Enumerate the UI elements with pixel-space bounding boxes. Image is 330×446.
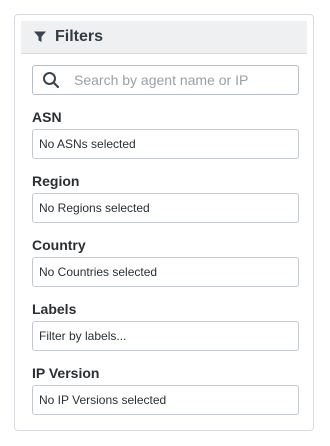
- labels-label: Labels: [32, 301, 77, 317]
- asn-select[interactable]: No ASNs selected: [32, 129, 299, 159]
- asn-select-value: No ASNs selected: [39, 137, 136, 151]
- ip-version-label: IP Version: [32, 365, 100, 381]
- ip-version-select[interactable]: No IP Versions selected: [32, 385, 299, 415]
- region-select[interactable]: No Regions selected: [32, 193, 299, 223]
- search-field[interactable]: [32, 65, 299, 95]
- country-label: Country: [32, 237, 86, 253]
- filters-panel: Filters ASN No ASNs selected Region No R…: [14, 14, 314, 431]
- labels-select[interactable]: Filter by labels...: [32, 321, 299, 351]
- funnel-icon: [33, 30, 47, 44]
- ip-version-select-value: No IP Versions selected: [39, 393, 167, 407]
- labels-select-value: Filter by labels...: [39, 329, 127, 343]
- search-icon: [42, 71, 60, 89]
- country-select[interactable]: No Countries selected: [32, 257, 299, 287]
- country-select-value: No Countries selected: [39, 265, 158, 279]
- filters-title: Filters: [55, 28, 104, 45]
- asn-label: ASN: [32, 109, 62, 125]
- region-label: Region: [32, 173, 80, 189]
- search-input[interactable]: [74, 72, 284, 88]
- filters-header: Filters: [21, 21, 307, 54]
- region-select-value: No Regions selected: [39, 201, 150, 215]
